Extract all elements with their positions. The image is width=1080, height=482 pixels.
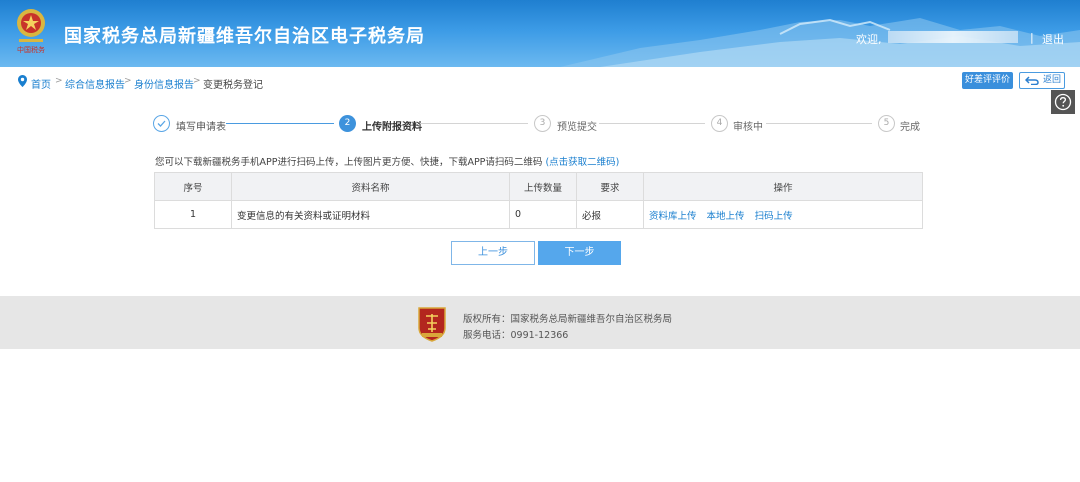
svg-text:中国税务: 中国税务 xyxy=(17,45,45,54)
local-upload-link[interactable]: 本地上传 xyxy=(707,211,745,222)
breadcrumb-separator: > xyxy=(55,76,63,86)
row-upload-count: 0 xyxy=(509,200,577,229)
next-step-button[interactable]: 下一步 xyxy=(538,241,621,265)
location-pin-icon xyxy=(18,75,27,87)
library-upload-link[interactable]: 资料库上传 xyxy=(649,211,697,222)
breadcrumb-separator: > xyxy=(124,76,132,86)
help-icon xyxy=(1054,93,1072,111)
back-button-label: 返回 xyxy=(1043,75,1062,85)
footer-copyright: 版权所有：国家税务总局新疆维吾尔自治区税务局 xyxy=(463,314,673,325)
back-button[interactable]: 返回 xyxy=(1019,72,1065,89)
logout-link[interactable]: 退出 xyxy=(1042,31,1064,47)
step-connector xyxy=(599,123,705,124)
tax-shield-logo-icon xyxy=(418,307,446,342)
upload-notice-text: 您可以下载新疆税务手机APP进行扫码上传，上传图片更方便、快捷，下载APP请扫码… xyxy=(155,157,543,168)
upload-notice: 您可以下载新疆税务手机APP进行扫码上传，上传图片更方便、快捷，下载APP请扫码… xyxy=(155,154,619,168)
row-actions: 资料库上传 本地上传 扫码上传 xyxy=(643,200,923,229)
column-header-requirement: 要求 xyxy=(576,172,644,201)
table-header-row: 序号 资料名称 上传数量 要求 操作 xyxy=(154,172,923,201)
step-2-label: 上传附报资料 xyxy=(362,122,422,133)
scan-upload-link[interactable]: 扫码上传 xyxy=(755,211,793,222)
row-requirement: 必报 xyxy=(576,200,644,229)
table-row: 1 变更信息的有关资料或证明材料 0 必报 资料库上传 本地上传 扫码上传 xyxy=(154,200,923,229)
step-4-number: 4 xyxy=(711,115,728,132)
step-3-number: 3 xyxy=(534,115,551,132)
step-1-label: 填写申请表 xyxy=(176,122,226,133)
step-3-label: 预览提交 xyxy=(557,122,597,133)
return-arrow-icon xyxy=(1025,76,1039,85)
rate-service-button[interactable]: 好差评评价 xyxy=(962,72,1013,89)
breadcrumb-separator: > xyxy=(193,76,201,86)
column-header-actions: 操作 xyxy=(643,172,923,201)
breadcrumb-identity-report[interactable]: 身份信息报告 xyxy=(134,76,194,91)
previous-step-button[interactable]: 上一步 xyxy=(451,241,535,265)
row-document-name: 变更信息的有关资料或证明材料 xyxy=(231,200,510,229)
user-name-blurred xyxy=(888,31,1018,43)
breadcrumb-current: 变更税务登记 xyxy=(203,80,263,91)
header-banner: 中国税务 国家税务总局新疆维吾尔自治区电子税务局 欢迎, | 退出 xyxy=(0,0,1080,67)
tax-emblem-icon: 中国税务 xyxy=(17,9,45,54)
column-header-name: 资料名称 xyxy=(231,172,510,201)
breadcrumb-comprehensive-report[interactable]: 综合信息报告 xyxy=(65,76,125,91)
step-connector xyxy=(766,123,872,124)
footer-phone: 服务电话：0991-12366 xyxy=(463,330,569,341)
column-header-index: 序号 xyxy=(154,172,232,201)
column-header-count: 上传数量 xyxy=(509,172,577,201)
step-1-check-icon xyxy=(153,115,170,132)
help-button[interactable] xyxy=(1051,90,1075,114)
breadcrumb: 首页 > 综合信息报告 > 身份信息报告 > 变更税务登记 xyxy=(0,67,1080,95)
step-5-label: 完成 xyxy=(900,122,920,133)
row-index: 1 xyxy=(154,200,232,229)
step-2-number: 2 xyxy=(339,115,356,132)
attachment-table: 序号 资料名称 上传数量 要求 操作 1 变更信息的有关资料或证明材料 0 必报… xyxy=(154,172,923,229)
step-connector xyxy=(226,123,334,124)
qr-code-link[interactable]: (点击获取二维码) xyxy=(545,157,619,168)
welcome-text: 欢迎, xyxy=(856,33,882,46)
step-4-label: 审核中 xyxy=(733,122,763,133)
step-5-number: 5 xyxy=(878,115,895,132)
header-separator: | xyxy=(1030,31,1034,44)
breadcrumb-home[interactable]: 首页 xyxy=(31,76,51,91)
step-connector xyxy=(420,123,528,124)
site-title: 国家税务总局新疆维吾尔自治区电子税务局 xyxy=(64,26,425,47)
